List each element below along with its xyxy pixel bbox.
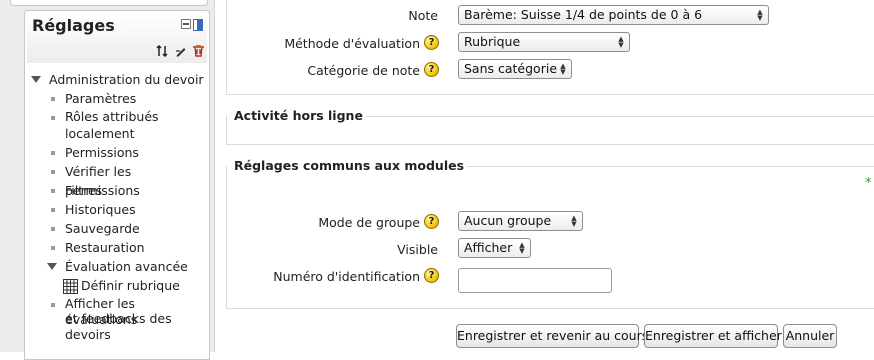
- group-mode-value: Aucun groupe: [464, 213, 552, 228]
- visible-label: Visible: [397, 242, 438, 257]
- tree-item-permissions[interactable]: Permissions: [30, 143, 208, 162]
- help-icon[interactable]: ?: [424, 35, 439, 50]
- tree-item-advanced-grading[interactable]: Évaluation avancée: [30, 257, 208, 276]
- settings-block-title: Réglages: [32, 16, 115, 35]
- tree-item-label: Paramètres: [65, 91, 137, 106]
- grading-method-select[interactable]: Rubrique ▲ ▼: [458, 32, 630, 52]
- previous-block-edge: [10, 0, 208, 6]
- tree-item-parametres[interactable]: Paramètres: [30, 89, 208, 108]
- bullet-icon: [51, 303, 55, 307]
- help-icon[interactable]: ?: [424, 214, 439, 229]
- tree-item-define-rubric[interactable]: Définir rubrique: [30, 276, 208, 295]
- tree-item-restore[interactable]: Restauration: [30, 238, 208, 257]
- tree-item-show-feedback-cont2[interactable]: devoirs: [30, 327, 208, 343]
- bullet-icon: [51, 189, 55, 193]
- bullet-icon: [51, 227, 55, 231]
- select-arrows-icon: ▲ ▼: [618, 35, 624, 49]
- bullet-icon: [51, 246, 55, 250]
- note-select[interactable]: Barème: Suisse 1/4 de points de 0 à 6 ▲ ▼: [458, 5, 769, 25]
- tree-item-label: Rôles attribués: [65, 109, 159, 124]
- note-select-value: Barème: Suisse 1/4 de points de 0 à 6: [464, 7, 703, 22]
- visible-select[interactable]: Afficher ▲ ▼: [458, 238, 531, 258]
- move-icon[interactable]: [156, 45, 168, 57]
- idnumber-input[interactable]: [458, 268, 612, 293]
- tree-item-label: Permissions: [65, 145, 139, 160]
- group-mode-select[interactable]: Aucun groupe ▲ ▼: [458, 211, 583, 231]
- common-modules-legend[interactable]: Réglages communs aux modules: [234, 158, 468, 173]
- offline-section-legend[interactable]: Activité hors ligne: [234, 108, 366, 123]
- bullet-icon: [51, 116, 55, 120]
- required-marker: *: [865, 176, 872, 191]
- help-icon[interactable]: ?: [424, 268, 439, 283]
- tree-parent-label: Administration du devoir: [49, 72, 204, 87]
- tree-item-label: localement: [65, 126, 135, 141]
- save-and-return-button[interactable]: Enregistrer et revenir au cours: [456, 324, 648, 348]
- tree-item-label: et feedbacks des: [65, 311, 172, 326]
- tree-item-label: Évaluation avancée: [65, 259, 188, 274]
- tree-item-filters[interactable]: Filtres: [30, 181, 208, 200]
- expanded-arrow-icon: [31, 76, 41, 83]
- grade-category-label: Catégorie de note: [307, 63, 420, 78]
- bullet-icon: [51, 97, 55, 101]
- note-label: Note: [408, 8, 438, 23]
- tree-item-label: devoirs: [65, 327, 111, 342]
- bullet-icon: [51, 151, 55, 155]
- tree-item-label: Filtres: [65, 183, 103, 198]
- tree-item-roles[interactable]: Rôles attribués: [30, 108, 208, 124]
- save-and-display-button[interactable]: Enregistrer et afficher: [644, 324, 782, 348]
- tree-item-check-permissions[interactable]: Vérifier les permissions: [30, 162, 208, 198]
- bullet-icon: [51, 170, 55, 174]
- cancel-button[interactable]: Annuler: [783, 324, 837, 348]
- select-arrows-icon: ▲ ▼: [560, 62, 566, 76]
- legend-line: [440, 166, 874, 167]
- visible-value: Afficher: [464, 240, 513, 255]
- dock-icon[interactable]: [181, 19, 203, 32]
- idnumber-label: Numéro d'identification: [273, 269, 420, 284]
- grading-method-value: Rubrique: [464, 34, 521, 49]
- grade-category-select[interactable]: Sans catégorie ▲ ▼: [458, 59, 572, 79]
- tree-item-label: Définir rubrique: [81, 278, 180, 293]
- grid-icon: [63, 279, 78, 294]
- settings-tree: Administration du devoir Paramètres Rôle…: [30, 70, 208, 343]
- tree-item-show-feedback[interactable]: Afficher les évaluations: [30, 295, 208, 327]
- tree-item-label: Historiques: [65, 202, 136, 217]
- legend-line: [345, 116, 874, 117]
- delete-icon[interactable]: [192, 45, 205, 57]
- edit-icon[interactable]: [175, 45, 187, 57]
- tree-item-logs[interactable]: Historiques: [30, 200, 208, 219]
- bullet-icon: [51, 208, 55, 212]
- select-arrows-icon: ▲ ▼: [757, 8, 763, 22]
- tree-item-label: Restauration: [65, 240, 145, 255]
- select-arrows-icon: ▲ ▼: [519, 241, 525, 255]
- grading-method-label: Méthode d'évaluation: [284, 36, 420, 51]
- tree-item-backup[interactable]: Sauvegarde: [30, 219, 208, 238]
- tree-item-label: Sauvegarde: [65, 221, 140, 236]
- help-icon[interactable]: ?: [424, 62, 439, 77]
- select-arrows-icon: ▲ ▼: [571, 214, 577, 228]
- tree-item-roles-cont[interactable]: localement: [30, 124, 208, 143]
- group-mode-label: Mode de groupe: [318, 215, 420, 230]
- expanded-arrow-icon: [47, 263, 57, 270]
- grade-category-value: Sans catégorie: [464, 61, 558, 76]
- tree-item-show-feedback-cont[interactable]: et feedbacks des: [30, 311, 208, 327]
- tree-parent-assignment-admin[interactable]: Administration du devoir: [30, 70, 208, 89]
